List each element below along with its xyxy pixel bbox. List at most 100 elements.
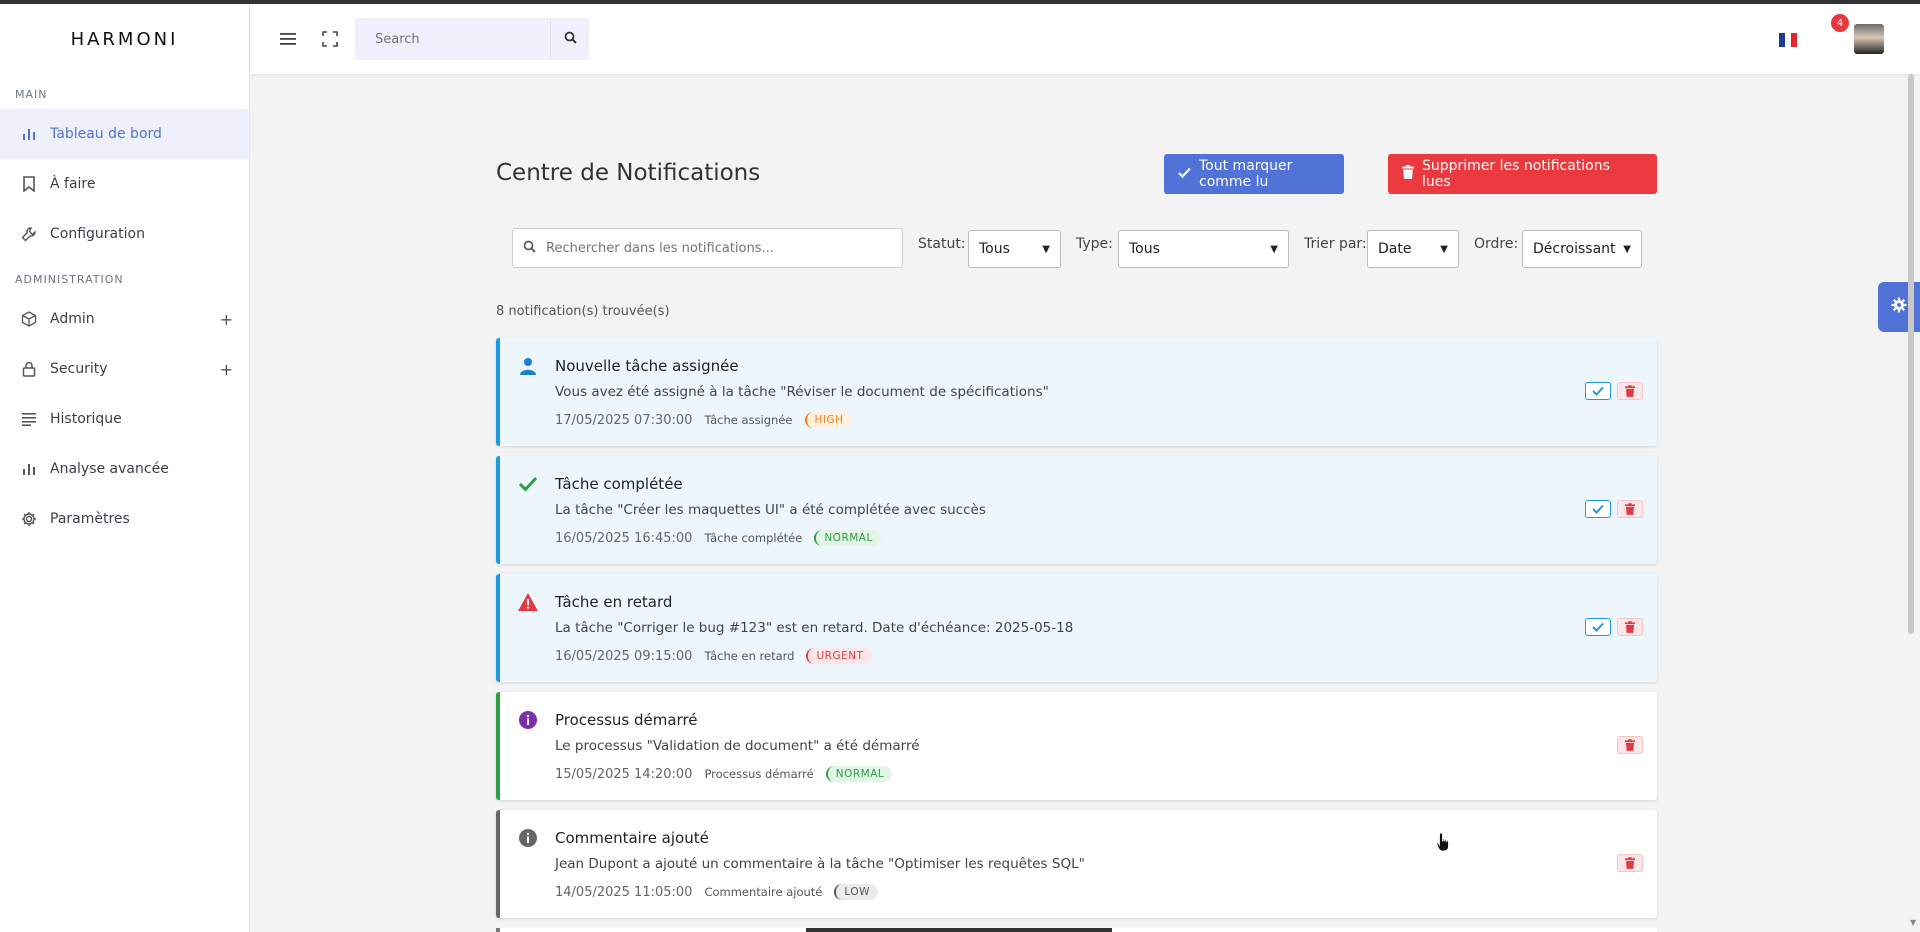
- notification-title: Nouvelle tâche assignée: [555, 357, 739, 375]
- results-count: 8 notification(s) trouvée(s): [496, 304, 670, 319]
- notification-card[interactable]: Tâche en retard La tâche "Corriger le bu…: [496, 574, 1657, 682]
- notification-card[interactable]: Tâche complétée La tâche "Créer les maqu…: [496, 456, 1657, 564]
- nav-section-administration: ADMINISTRATION: [15, 273, 124, 286]
- search-button[interactable]: [550, 18, 589, 60]
- chevron-down-icon: ▼: [1440, 243, 1448, 255]
- notification-datetime: 14/05/2025 11:05:00: [555, 884, 693, 900]
- sidebar-item-a-faire[interactable]: À faire: [0, 159, 249, 209]
- order-label: Ordre:: [1474, 236, 1519, 252]
- mouse-pointer-icon: [1436, 832, 1452, 856]
- page-title: Centre de Notifications: [496, 160, 761, 186]
- sort-value: Date: [1378, 241, 1412, 257]
- notification-message: La tâche "Corriger le bug #123" est en r…: [555, 620, 1074, 636]
- sidebar-item-tableau-de-bord[interactable]: Tableau de bord: [0, 109, 249, 159]
- wrench-icon: [20, 225, 38, 243]
- search-icon: [564, 31, 577, 48]
- notification-search-input[interactable]: [546, 240, 886, 256]
- notification-meta: 17/05/2025 07:30:00 Tâche assignée HIGH: [555, 412, 852, 428]
- sidebar-item-analyse-avancee[interactable]: Analyse avancée: [0, 444, 249, 494]
- trash-icon: [1402, 165, 1414, 183]
- status-filter-value: Tous: [979, 241, 1010, 257]
- delete-read-button[interactable]: Supprimer les notifications lues: [1388, 154, 1657, 194]
- notification-message: Jean Dupont a ajouté un commentaire à la…: [555, 856, 1085, 872]
- sidebar-item-label: Admin: [50, 311, 95, 327]
- priority-badge: LOW: [834, 884, 879, 900]
- fullscreen-icon[interactable]: [320, 29, 340, 49]
- delete-button[interactable]: [1617, 382, 1643, 400]
- expand-plus-icon[interactable]: +: [220, 360, 233, 379]
- sidebar-item-label: Configuration: [50, 226, 145, 242]
- nav-section-main: MAIN: [15, 88, 48, 101]
- delete-read-label: Supprimer les notifications lues: [1422, 158, 1610, 190]
- sidebar-item-label: Historique: [50, 411, 122, 427]
- bar-chart-icon: [20, 125, 38, 143]
- cube-icon: [20, 310, 38, 328]
- topbar: 4: [250, 4, 1920, 74]
- order-select[interactable]: Décroissant ▼: [1522, 230, 1642, 268]
- sidebar-item-admin[interactable]: Admin +: [0, 294, 249, 344]
- sidebar: HARMONI MAIN Tableau de bord À faire Con…: [0, 4, 250, 932]
- scroll-down-arrow-icon[interactable]: ▼: [1910, 918, 1916, 927]
- notification-title: Processus démarré: [555, 711, 698, 729]
- notification-message: Vous avez été assigné à la tâche "Révise…: [555, 384, 1049, 400]
- info-icon: [518, 710, 538, 730]
- user-icon: [518, 356, 538, 376]
- delete-button[interactable]: [1617, 736, 1643, 754]
- sidebar-item-configuration[interactable]: Configuration: [0, 209, 249, 259]
- notification-type: Tâche complétée: [704, 531, 803, 545]
- sidebar-item-label: Security: [50, 361, 108, 377]
- french-flag-icon[interactable]: [1779, 33, 1797, 47]
- delete-button[interactable]: [1617, 500, 1643, 518]
- filters-bar: Statut: Tous ▼ Type: Tous ▼ Trier par: D…: [512, 228, 1642, 268]
- notification-meta: 15/05/2025 14:20:00 Processus démarré NO…: [555, 766, 893, 782]
- notification-type: Processus démarré: [704, 767, 814, 781]
- chevron-down-icon: ▼: [1042, 243, 1050, 255]
- priority-badge: HIGH: [804, 412, 852, 428]
- scrollbar-thumb[interactable]: [1908, 74, 1914, 634]
- mark-read-button[interactable]: [1585, 500, 1611, 518]
- mark-all-read-button[interactable]: Tout marquer comme lu: [1164, 154, 1344, 194]
- sidebar-item-label: Tableau de bord: [50, 126, 162, 142]
- menu-toggle-icon[interactable]: [278, 29, 298, 49]
- list-icon: [20, 410, 38, 428]
- sidebar-item-label: À faire: [50, 176, 96, 192]
- notification-message: Le processus "Validation de document" a …: [555, 738, 920, 754]
- mark-read-button[interactable]: [1585, 618, 1611, 636]
- info-icon: [518, 828, 538, 848]
- app-logo[interactable]: HARMONI: [0, 4, 249, 74]
- sidebar-item-parametres[interactable]: Paramètres: [0, 494, 249, 544]
- notification-actions: [1617, 854, 1643, 872]
- notification-datetime: 16/05/2025 16:45:00: [555, 530, 693, 546]
- sort-select[interactable]: Date ▼: [1367, 230, 1459, 268]
- sidebar-item-historique[interactable]: Historique: [0, 394, 249, 444]
- status-filter-label: Statut:: [918, 236, 966, 252]
- delete-button[interactable]: [1617, 854, 1643, 872]
- mark-read-button[interactable]: [1585, 382, 1611, 400]
- delete-button[interactable]: [1617, 618, 1643, 636]
- notification-actions: [1585, 618, 1643, 636]
- user-avatar[interactable]: [1854, 24, 1884, 54]
- expand-plus-icon[interactable]: +: [220, 310, 233, 329]
- notification-meta: 16/05/2025 16:45:00 Tâche complétée NORM…: [555, 530, 881, 546]
- notification-actions: [1585, 500, 1643, 518]
- notification-datetime: 17/05/2025 07:30:00: [555, 412, 693, 428]
- topbar-search: [355, 18, 589, 60]
- search-input[interactable]: [355, 18, 550, 60]
- notification-title: Commentaire ajouté: [555, 829, 709, 847]
- notification-card[interactable]: Commentaire ajouté Jean Dupont a ajouté …: [496, 810, 1657, 918]
- gear-icon: [20, 510, 38, 528]
- vertical-scrollbar[interactable]: [1906, 74, 1916, 932]
- notification-actions: [1617, 736, 1643, 754]
- sort-label: Trier par:: [1304, 236, 1367, 252]
- bar-chart-icon: [20, 460, 38, 478]
- notification-type: Commentaire ajouté: [704, 885, 823, 899]
- mark-all-read-label: Tout marquer comme lu: [1199, 158, 1293, 190]
- sidebar-item-security[interactable]: Security +: [0, 344, 249, 394]
- lock-icon: [20, 360, 38, 378]
- notification-card[interactable]: Nouvelle tâche assignée Vous avez été as…: [496, 338, 1657, 446]
- type-filter-select[interactable]: Tous ▼: [1118, 230, 1289, 268]
- notification-card[interactable]: Processus démarré Le processus "Validati…: [496, 692, 1657, 800]
- horizontal-scroll-indicator[interactable]: [806, 928, 1112, 932]
- status-filter-select[interactable]: Tous ▼: [968, 230, 1061, 268]
- notification-meta: 14/05/2025 11:05:00 Commentaire ajouté L…: [555, 884, 879, 900]
